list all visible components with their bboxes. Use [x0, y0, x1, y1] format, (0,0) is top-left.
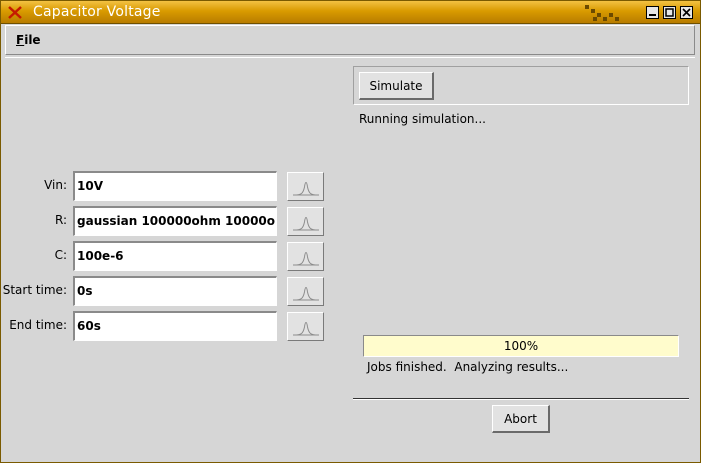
gaussian-distribution-icon: [293, 252, 319, 266]
simulation-status: Running simulation...: [359, 112, 486, 126]
start-time-field[interactable]: 0s: [73, 276, 277, 306]
minimize-icon: [649, 14, 656, 16]
menu-bar: File: [5, 25, 695, 55]
end-time-field[interactable]: 60s: [73, 311, 277, 341]
maximize-button[interactable]: [663, 6, 676, 19]
param-label-vin: Vin:: [44, 178, 67, 192]
progress-label: 100%: [503, 339, 539, 353]
gaussian-distribution-icon: [293, 182, 319, 196]
param-label-c: C:: [54, 248, 67, 262]
titlebar-decoration-icon: [585, 5, 619, 21]
c-distribution-button[interactable]: [287, 242, 324, 271]
end-time-distribution-button[interactable]: [287, 312, 324, 341]
close-button[interactable]: [680, 6, 693, 19]
param-label-r: R:: [54, 213, 67, 227]
menu-file-rest: ile: [24, 33, 41, 47]
gaussian-distribution-icon: [293, 287, 319, 301]
separator: [353, 398, 689, 400]
window-title: Capacitor Voltage: [33, 4, 161, 20]
vin-distribution-button[interactable]: [287, 172, 324, 201]
progress-status: Jobs finished. Analyzing results...: [367, 360, 569, 374]
app-x-icon[interactable]: [7, 4, 23, 20]
gaussian-distribution-icon: [293, 217, 319, 231]
param-label-start-time: Start time:: [2, 283, 67, 297]
menu-file-mnemonic: F: [16, 33, 25, 47]
close-icon: [682, 8, 691, 17]
param-label-end-time: End time:: [9, 318, 67, 332]
vin-field[interactable]: 10V: [73, 171, 277, 201]
simulate-button[interactable]: Simulate: [359, 72, 434, 100]
r-distribution-button[interactable]: [287, 207, 324, 236]
abort-button[interactable]: Abort: [492, 405, 550, 433]
title-bar[interactable]: Capacitor Voltage: [1, 1, 700, 24]
maximize-icon: [665, 8, 674, 17]
start-time-distribution-button[interactable]: [287, 277, 324, 306]
minimize-button[interactable]: [646, 6, 659, 19]
menu-file[interactable]: File: [16, 33, 41, 47]
r-field[interactable]: gaussian 100000ohm 10000ohm: [73, 206, 277, 236]
c-field[interactable]: 100e-6: [73, 241, 277, 271]
app-window: Capacitor Voltage File Vin: 10V R: gauss…: [0, 0, 701, 463]
gaussian-distribution-icon: [293, 322, 319, 336]
progress-bar: 100%: [363, 335, 679, 357]
